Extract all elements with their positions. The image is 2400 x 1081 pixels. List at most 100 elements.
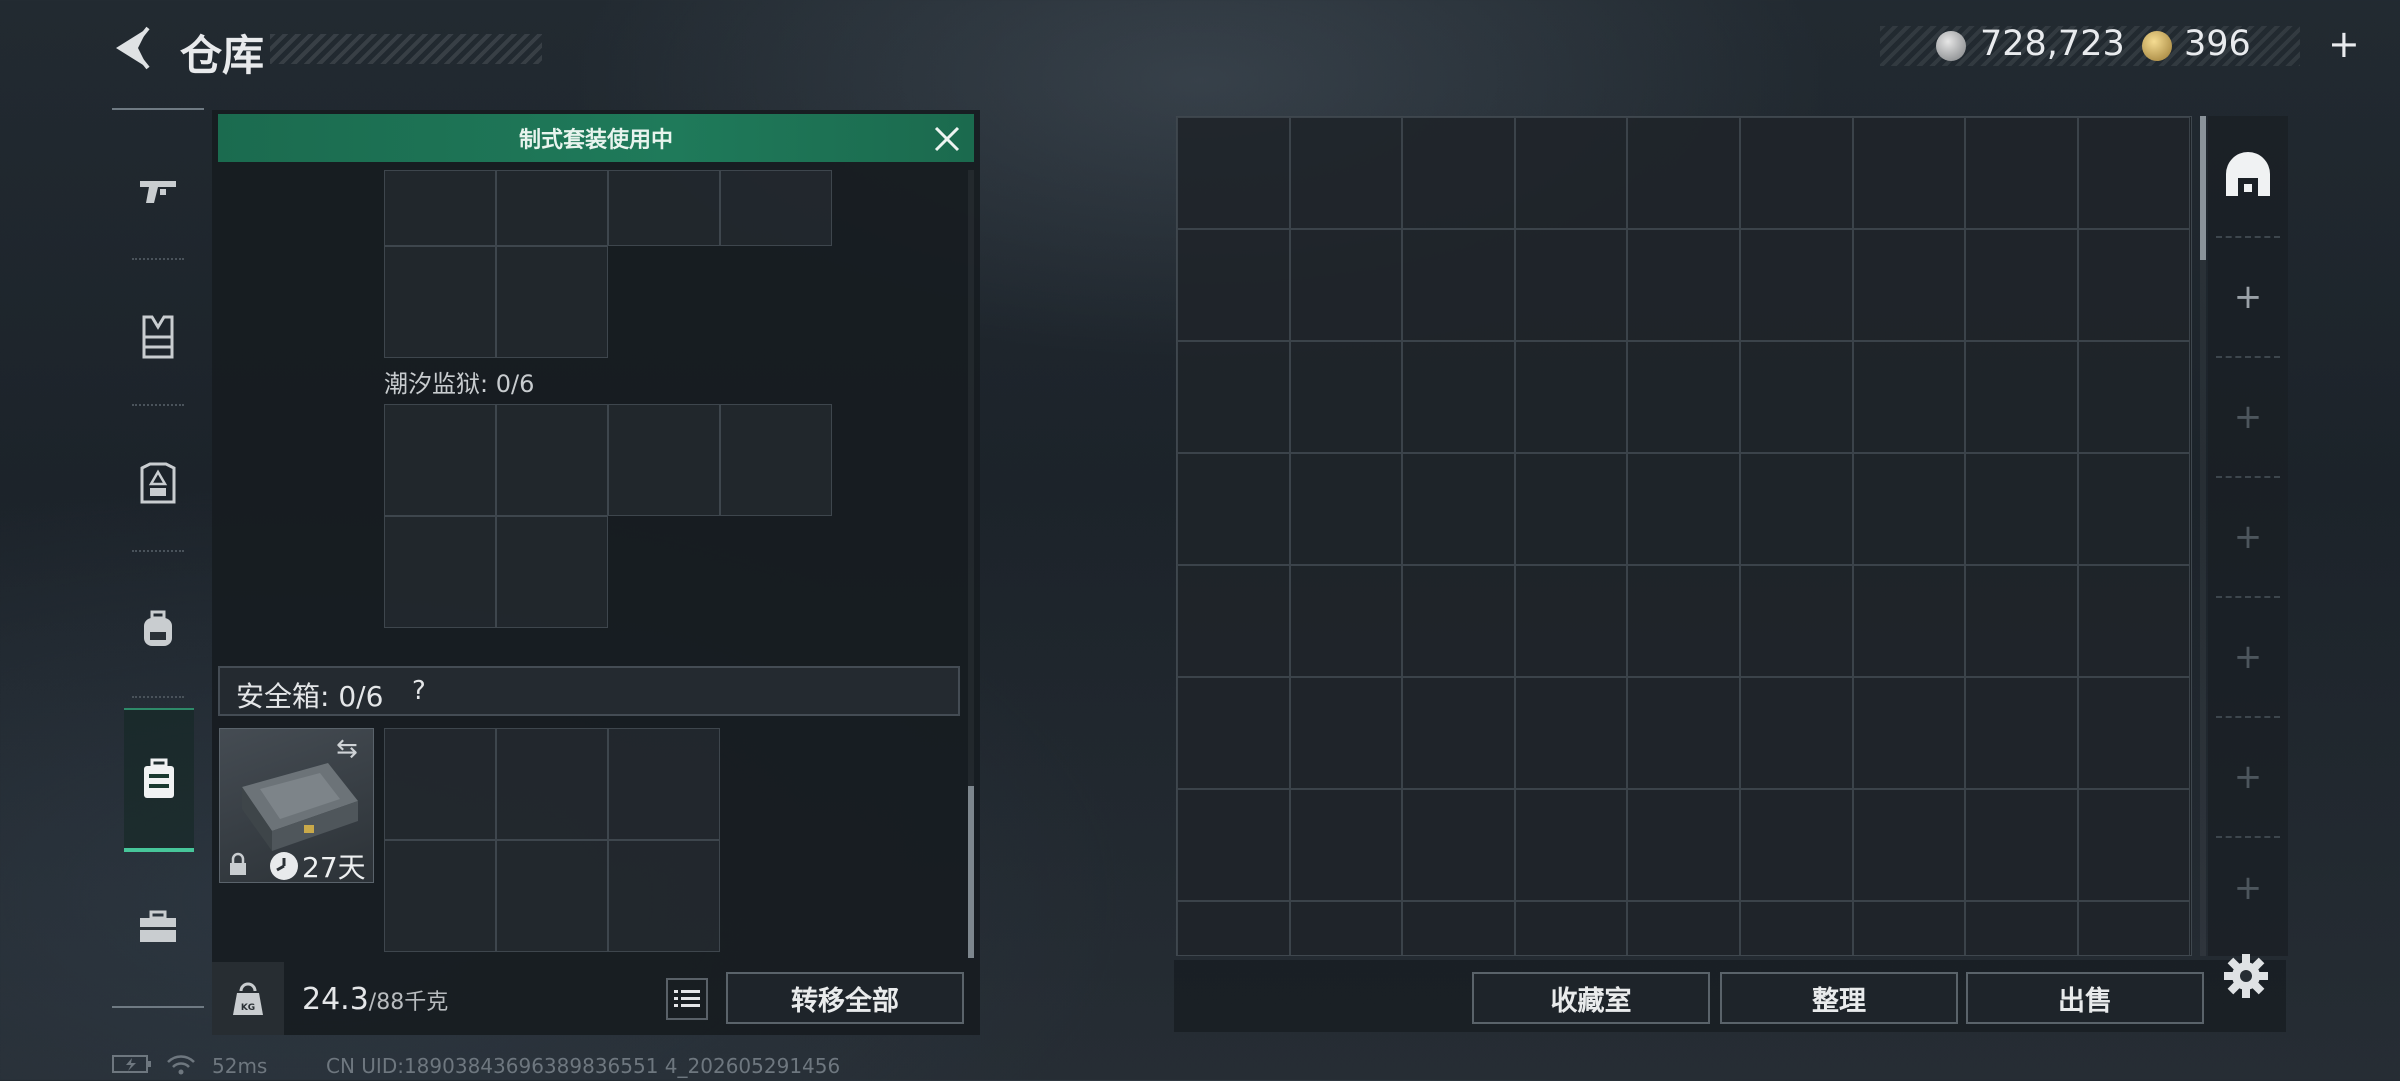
grid-slot[interactable]	[496, 840, 608, 952]
storage-page-main[interactable]	[2208, 116, 2288, 234]
storage-slot[interactable]	[1627, 341, 1740, 453]
nav-safe-case[interactable]	[124, 708, 194, 852]
grid-slot[interactable]	[384, 246, 496, 358]
transfer-all-button[interactable]: 转移全部	[726, 972, 964, 1024]
nav-vest[interactable]	[112, 272, 204, 402]
list-view-button[interactable]	[666, 978, 708, 1020]
storage-slot[interactable]	[1740, 565, 1853, 677]
storage-slot[interactable]	[1402, 901, 1515, 955]
storage-slot[interactable]	[2077, 901, 2191, 955]
storage-slot[interactable]	[1627, 229, 1740, 341]
storage-slot[interactable]	[1740, 901, 1853, 955]
grid-slot[interactable]	[608, 840, 720, 952]
storage-slot[interactable]	[1402, 789, 1515, 901]
grid-slot[interactable]	[720, 404, 832, 516]
storage-slot[interactable]	[1177, 341, 1290, 453]
storage-slot[interactable]	[1177, 117, 1290, 229]
storage-slot[interactable]	[1965, 229, 2078, 341]
grid-slot[interactable]	[496, 728, 608, 840]
storage-slot[interactable]	[2077, 453, 2191, 565]
grid-slot[interactable]	[720, 170, 832, 246]
storage-slot[interactable]	[1402, 453, 1515, 565]
storage-slot[interactable]	[1514, 341, 1628, 453]
storage-slot[interactable]	[1402, 117, 1515, 229]
storage-slot[interactable]	[1852, 565, 1966, 677]
grid-slot[interactable]	[496, 246, 608, 358]
grid-slot[interactable]	[496, 404, 608, 516]
add-storage-page-button[interactable]: +	[2208, 238, 2288, 356]
storage-slot[interactable]	[1965, 901, 2078, 955]
storage-slot[interactable]	[1177, 901, 1290, 955]
storage-slot[interactable]	[1402, 677, 1515, 789]
storage-slot[interactable]	[1740, 453, 1853, 565]
nav-backpack[interactable]	[112, 564, 204, 694]
storage-slot[interactable]	[1177, 565, 1290, 677]
grid-slot[interactable]	[384, 728, 496, 840]
storage-slot[interactable]	[1402, 565, 1515, 677]
storage-slot[interactable]	[2077, 229, 2191, 341]
storage-slot[interactable]	[1514, 789, 1628, 901]
swap-icon[interactable]: ⇆	[336, 734, 358, 764]
storage-slot[interactable]	[1289, 789, 1403, 901]
storage-slot[interactable]	[1852, 117, 1966, 229]
storage-slot[interactable]	[1177, 453, 1290, 565]
grid-slot[interactable]	[608, 404, 720, 516]
sort-button[interactable]: 整理	[1720, 972, 1958, 1024]
storage-slot[interactable]	[1965, 677, 2078, 789]
grid-slot[interactable]	[384, 170, 496, 246]
grid-slot[interactable]	[496, 516, 608, 628]
storage-slot[interactable]	[2077, 565, 2191, 677]
storage-slot[interactable]	[1289, 117, 1403, 229]
grid-slot[interactable]	[496, 170, 608, 246]
storage-slot[interactable]	[1514, 565, 1628, 677]
storage-slot[interactable]	[1627, 117, 1740, 229]
nav-weapon[interactable]	[112, 126, 204, 256]
storage-slot[interactable]	[1740, 677, 1853, 789]
storage-slot[interactable]	[1514, 453, 1628, 565]
storage-slot[interactable]	[1740, 117, 1853, 229]
storage-slot[interactable]	[2077, 117, 2191, 229]
grid-slot[interactable]	[384, 840, 496, 952]
storage-slot[interactable]	[1627, 789, 1740, 901]
storage-slot[interactable]	[1852, 789, 1966, 901]
collection-room-button[interactable]: 收藏室	[1472, 972, 1710, 1024]
storage-slot[interactable]	[1402, 229, 1515, 341]
storage-slot[interactable]	[2077, 789, 2191, 901]
safe-box-help-button[interactable]: ?	[412, 676, 426, 706]
storage-slot[interactable]	[1514, 229, 1628, 341]
storage-slot[interactable]	[1289, 229, 1403, 341]
nav-toolbox[interactable]	[112, 862, 204, 992]
storage-slot[interactable]	[1289, 453, 1403, 565]
storage-slot[interactable]	[1852, 901, 1966, 955]
storage-slot[interactable]	[1289, 677, 1403, 789]
storage-slot[interactable]	[1852, 453, 1966, 565]
storage-slot[interactable]	[1514, 901, 1628, 955]
storage-slot[interactable]	[1740, 789, 1853, 901]
panel-scroll-thumb[interactable]	[968, 786, 974, 958]
storage-slot[interactable]	[1965, 117, 2078, 229]
grid-slot[interactable]	[384, 404, 496, 516]
storage-slot[interactable]	[2077, 341, 2191, 453]
storage-slot[interactable]	[1289, 565, 1403, 677]
storage-slot[interactable]	[1402, 341, 1515, 453]
nav-armor[interactable]	[112, 418, 204, 548]
storage-slot[interactable]	[2077, 677, 2191, 789]
storage-slot[interactable]	[1627, 565, 1740, 677]
storage-slot[interactable]	[1740, 229, 1853, 341]
add-currency-button[interactable]: +	[2328, 22, 2360, 66]
storage-slot[interactable]	[1965, 341, 2078, 453]
storage-slot[interactable]	[1852, 677, 1966, 789]
storage-slot[interactable]	[1852, 229, 1966, 341]
storage-scroll-thumb[interactable]	[2200, 116, 2206, 260]
back-button[interactable]	[112, 26, 152, 70]
storage-slot[interactable]	[1965, 565, 2078, 677]
storage-slot[interactable]	[1177, 677, 1290, 789]
storage-slot[interactable]	[1965, 453, 2078, 565]
storage-slot[interactable]	[1514, 117, 1628, 229]
storage-slot[interactable]	[1627, 677, 1740, 789]
grid-slot[interactable]	[608, 170, 720, 246]
storage-slot[interactable]	[1627, 453, 1740, 565]
storage-slot[interactable]	[1177, 229, 1290, 341]
settings-button[interactable]	[2222, 952, 2270, 1000]
storage-slot[interactable]	[1289, 901, 1403, 955]
